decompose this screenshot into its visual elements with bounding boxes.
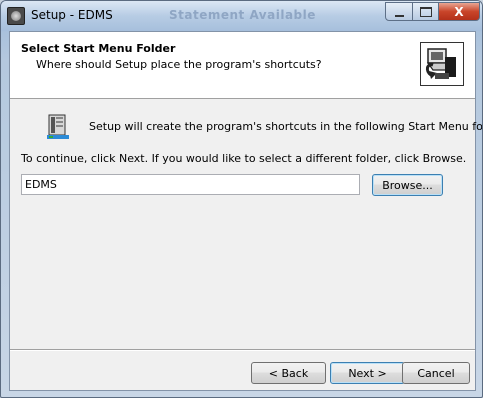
intro-text: Setup will create the program's shortcut… [89, 120, 483, 133]
setup-app-icon [7, 7, 25, 25]
page-title: Select Start Menu Folder [21, 42, 176, 55]
setup-window: Setup - EDMS Statement Available X Selec… [0, 0, 483, 398]
next-button[interactable]: Next > [330, 362, 405, 384]
minimize-icon [394, 14, 404, 17]
window-title: Setup - EDMS [31, 8, 113, 22]
start-menu-folder-input[interactable] [21, 174, 360, 195]
program-group-icon [47, 114, 71, 140]
title-bar[interactable]: Setup - EDMS Statement Available X [1, 1, 482, 31]
footer-divider [10, 349, 475, 351]
back-button[interactable]: < Back [251, 362, 326, 384]
close-icon: X [454, 4, 464, 19]
maximize-icon [419, 6, 432, 17]
instructions-text: To continue, click Next. If you would li… [21, 152, 467, 165]
wizard-client-area: Select Start Menu Folder Where should Se… [9, 31, 482, 391]
maximize-button[interactable] [412, 2, 439, 21]
wizard-header: Select Start Menu Folder Where should Se… [10, 32, 475, 99]
setup-computer-icon [420, 42, 464, 86]
browse-button[interactable]: Browse... [372, 174, 443, 196]
minimize-button[interactable] [385, 2, 413, 21]
background-window-title: Statement Available [169, 8, 316, 22]
close-button[interactable]: X [438, 2, 480, 21]
page-subtitle: Where should Setup place the program's s… [36, 58, 322, 71]
cancel-button[interactable]: Cancel [402, 362, 470, 384]
